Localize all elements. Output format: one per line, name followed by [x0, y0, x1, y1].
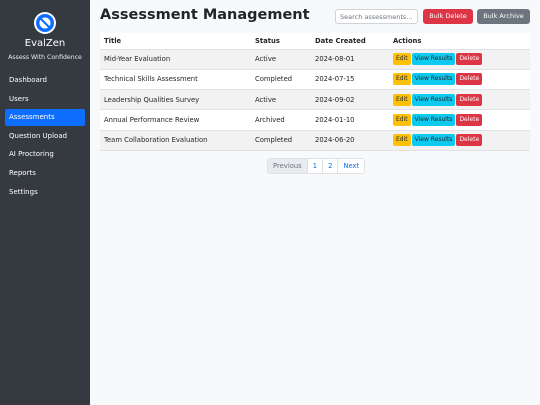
column-header-status: Status	[251, 33, 311, 50]
cell-date: 2024-08-01	[311, 49, 389, 70]
table-row: Technical Skills Assessment Completed 20…	[100, 69, 530, 91]
cell-date: 2024-07-15	[311, 69, 389, 91]
main-content: Assessment Management Bulk Delete Bulk A…	[100, 0, 530, 405]
pagination-next[interactable]: Next	[338, 159, 364, 173]
view-results-button[interactable]: View Results	[411, 114, 456, 127]
sidebar-item-assessments[interactable]: Assessments	[5, 109, 85, 127]
sidebar-item-ai-proctoring[interactable]: AI Proctoring	[5, 146, 85, 163]
sidebar-item-reports[interactable]: Reports	[5, 165, 85, 182]
edit-button[interactable]: Edit	[393, 53, 411, 66]
edit-button[interactable]: Edit	[393, 134, 411, 147]
delete-button[interactable]: Delete	[456, 53, 483, 66]
sidebar-item-dashboard[interactable]: Dashboard	[5, 72, 85, 89]
edit-button[interactable]: Edit	[393, 114, 411, 127]
cell-date: 2024-06-20	[311, 130, 389, 151]
column-header-actions: Actions	[389, 33, 530, 50]
table-row: Leadership Qualities Survey Active 2024-…	[100, 89, 530, 111]
cell-title: Annual Performance Review	[100, 109, 251, 131]
cell-status: Archived	[251, 109, 311, 131]
cell-date: 2024-01-10	[311, 109, 389, 131]
view-results-button[interactable]: View Results	[411, 93, 456, 106]
edit-button[interactable]: Edit	[393, 93, 411, 106]
view-results-button[interactable]: View Results	[411, 73, 456, 86]
view-results-button[interactable]: View Results	[411, 134, 456, 147]
pagination-page-2[interactable]: 2	[323, 159, 339, 173]
sidebar-nav: Dashboard Users Assessments Question Upl…	[5, 72, 85, 202]
cell-title: Leadership Qualities Survey	[100, 89, 251, 111]
cell-actions: Edit View Results Delete	[389, 49, 530, 70]
brand-name: EvalZen	[24, 38, 66, 49]
cell-actions: Edit View Results Delete	[389, 130, 530, 151]
cell-title: Mid-Year Evaluation	[100, 49, 251, 70]
cell-actions: Edit View Results Delete	[389, 109, 530, 131]
table-row: Annual Performance Review Archived 2024-…	[100, 109, 530, 131]
table-row: Team Collaboration Evaluation Completed …	[100, 130, 530, 151]
view-results-button[interactable]: View Results	[411, 53, 456, 66]
search-input[interactable]	[335, 9, 418, 24]
cell-status: Completed	[251, 130, 311, 151]
delete-button[interactable]: Delete	[456, 93, 483, 106]
cell-status: Active	[251, 49, 311, 70]
pagination-page-1[interactable]: 1	[308, 159, 324, 173]
cell-title: Technical Skills Assessment	[100, 69, 251, 91]
cell-actions: Edit View Results Delete	[389, 69, 530, 91]
brand-logo-icon	[34, 12, 56, 34]
assessments-table: Title Status Date Created Actions Mid-Ye…	[100, 33, 530, 151]
table-row: Mid-Year Evaluation Active 2024-08-01 Ed…	[100, 49, 530, 70]
bulk-archive-button[interactable]: Bulk Archive	[477, 9, 530, 24]
sidebar-item-settings[interactable]: Settings	[5, 184, 85, 201]
pagination: Previous 1 2 Next	[267, 158, 366, 174]
cell-status: Active	[251, 89, 311, 111]
sidebar: EvalZen Assess With Confidence Dashboard…	[0, 0, 90, 405]
column-header-title: Title	[100, 33, 251, 50]
edit-button[interactable]: Edit	[393, 73, 411, 86]
cell-title: Team Collaboration Evaluation	[100, 130, 251, 151]
delete-button[interactable]: Delete	[456, 114, 483, 127]
delete-button[interactable]: Delete	[456, 134, 483, 147]
bulk-delete-button[interactable]: Bulk Delete	[423, 9, 473, 24]
pagination-previous[interactable]: Previous	[268, 159, 308, 173]
page-title: Assessment Management	[100, 7, 310, 23]
brand-tagline: Assess With Confidence	[8, 54, 82, 61]
delete-button[interactable]: Delete	[456, 73, 483, 86]
cell-status: Completed	[251, 69, 311, 91]
table-header-row: Title Status Date Created Actions	[100, 33, 530, 50]
column-header-date: Date Created	[311, 33, 389, 50]
cell-actions: Edit View Results Delete	[389, 89, 530, 111]
sidebar-item-users[interactable]: Users	[5, 91, 85, 108]
sidebar-item-question-upload[interactable]: Question Upload	[5, 128, 85, 145]
cell-date: 2024-09-02	[311, 89, 389, 111]
